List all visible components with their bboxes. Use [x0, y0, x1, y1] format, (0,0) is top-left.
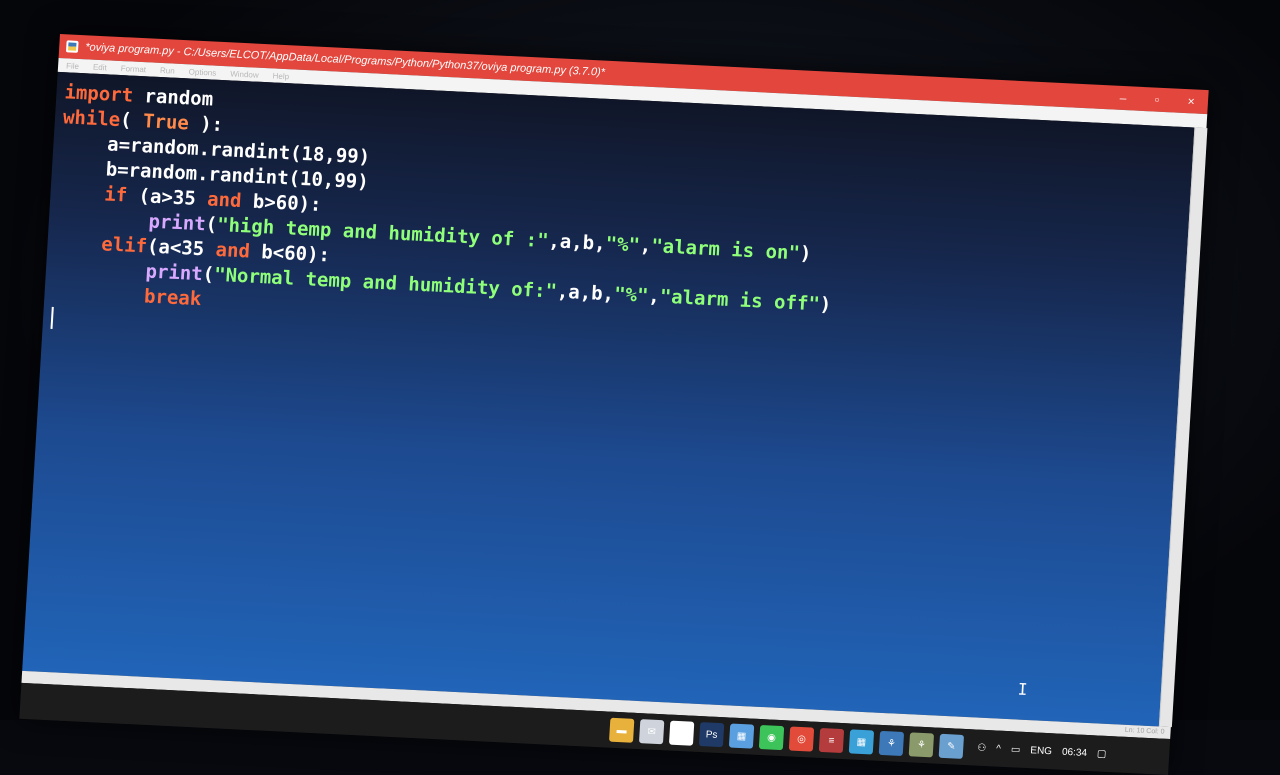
menu-run[interactable]: Run: [160, 65, 175, 75]
system-tray: ⚇ ^ ▭ ENG 06:34 ▢: [977, 742, 1107, 759]
idle-editor-icon[interactable]: ✎: [938, 733, 965, 759]
calculator-icon[interactable]: ▦: [848, 729, 875, 755]
keyword: while: [62, 106, 121, 132]
text-cursor: [50, 306, 54, 329]
chrome-icon[interactable]: ◎: [788, 726, 815, 752]
clock[interactable]: 06:34: [1062, 746, 1088, 758]
minimize-button[interactable]: –: [1105, 85, 1140, 111]
string: "%": [604, 232, 641, 257]
python-shell-icon[interactable]: ⚘: [908, 732, 935, 758]
whatsapp-icon[interactable]: ◉: [758, 724, 785, 751]
keyword: and: [206, 188, 243, 213]
keyword: import: [63, 81, 134, 107]
keyword: elif: [100, 233, 148, 258]
menu-file[interactable]: File: [66, 61, 79, 71]
keyword: break: [143, 285, 202, 311]
string: "%": [613, 283, 650, 308]
python-file-icon: [65, 39, 80, 54]
language-indicator[interactable]: ENG: [1030, 745, 1052, 757]
maximize-button[interactable]: ▫: [1139, 87, 1174, 113]
network-icon[interactable]: ▭: [1011, 744, 1021, 755]
string: "alarm is on": [650, 235, 801, 265]
chevron-up-icon[interactable]: ^: [996, 743, 1001, 754]
close-button[interactable]: ×: [1173, 89, 1208, 115]
menu-edit[interactable]: Edit: [93, 62, 107, 72]
store-icon[interactable]: ▦: [728, 723, 755, 749]
keyword: if: [103, 183, 128, 207]
people-icon[interactable]: ⚇: [977, 742, 987, 753]
code-editor[interactable]: import random while( True ): a=random.ran…: [22, 71, 1195, 727]
menu-window[interactable]: Window: [230, 69, 259, 79]
builtin: print: [147, 210, 207, 236]
code-text[interactable]: import random while( True ): a=random.ran…: [50, 80, 842, 368]
ibeam-cursor-icon: I: [1017, 679, 1029, 699]
keyword: True: [142, 110, 190, 135]
document-icon[interactable]: ▤: [668, 720, 695, 746]
archive-icon[interactable]: ≡: [818, 727, 845, 754]
python-icon[interactable]: ⚘: [878, 730, 905, 756]
menu-help[interactable]: Help: [272, 71, 289, 81]
folder-icon[interactable]: ▬: [608, 717, 635, 743]
notification-icon[interactable]: ▢: [1097, 748, 1107, 759]
menu-options[interactable]: Options: [188, 67, 216, 77]
photoshop-icon[interactable]: Ps: [698, 722, 725, 748]
idle-editor-window: *oviya program.py - C:/Users/ELCOT/AppDa…: [19, 34, 1209, 775]
menu-format[interactable]: Format: [121, 64, 147, 74]
keyword: and: [214, 238, 251, 263]
builtin: print: [144, 260, 204, 286]
mail-icon[interactable]: ✉: [638, 719, 665, 745]
